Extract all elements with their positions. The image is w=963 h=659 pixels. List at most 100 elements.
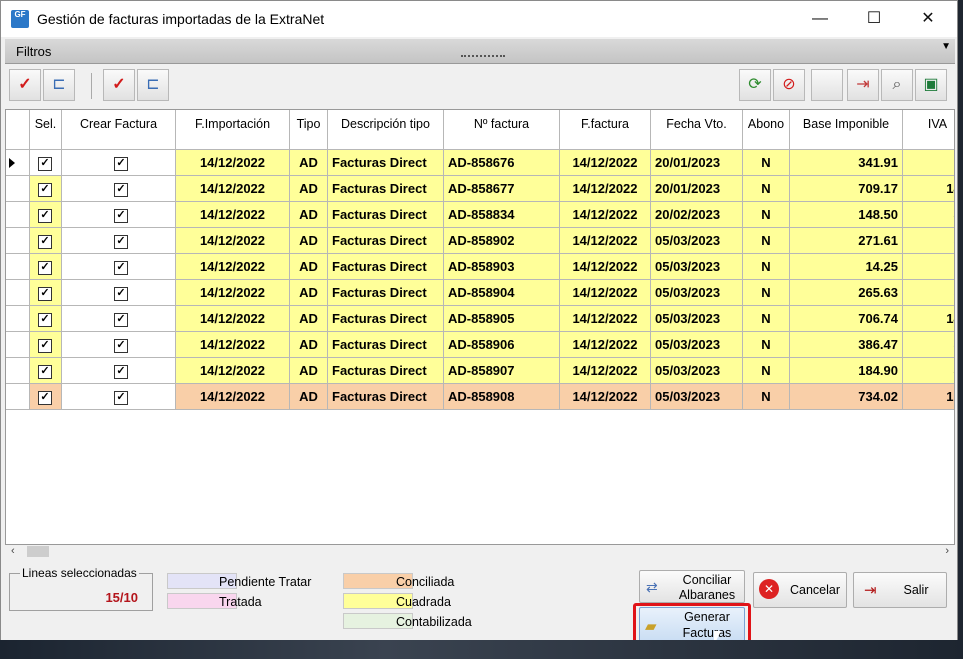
create-invoice-checkbox[interactable]: ✓ [62,228,176,254]
cancelar-label: Cancelar [789,583,841,597]
select-all-create-icon[interactable]: ✓ [103,69,135,101]
select-checkbox[interactable]: ✓ [30,306,62,332]
export-icon[interactable]: ⇥ [847,69,879,101]
excel-icon[interactable]: ▣ [915,69,947,101]
select-checkbox[interactable]: ✓ [30,228,62,254]
toolbar: ✓ ⊏ ✓ ⊏ ⟳ ⊘ ⇥ ⌕ ▣ [5,65,955,107]
create-invoice-checkbox[interactable]: ✓ [62,306,176,332]
col-header[interactable]: Tipo [290,110,328,150]
table-row[interactable]: ✓ ✓ 14/12/2022 AD Facturas Direct AD-858907 14… [6,358,954,384]
window-title: Gestión de facturas importadas de la Ext… [37,11,325,27]
scroll-right-icon[interactable]: › [945,545,949,557]
cell-iva: 148 [903,306,954,332]
salir-button[interactable]: ⇥ Salir [853,572,947,608]
col-header[interactable]: Descripción tipo [328,110,444,150]
col-header[interactable]: IVA [903,110,954,150]
col-header[interactable]: Abono [743,110,790,150]
col-header[interactable]: F.factura [560,110,651,150]
checkbox-checked-icon[interactable]: ✓ [38,312,52,327]
col-header[interactable]: Base Imponible [790,110,903,150]
col-header[interactable]: Nº factura [444,110,560,150]
conciliar-albaranes-button[interactable]: ⇄ Conciliar Albaranes [639,570,745,603]
checkbox-checked-icon[interactable]: ✓ [38,260,52,275]
checkbox-checked-icon[interactable]: ✓ [114,364,128,379]
select-checkbox[interactable]: ✓ [30,202,62,228]
select-checkbox[interactable]: ✓ [30,280,62,306]
filters-bar[interactable]: Filtros ▼ [5,39,955,64]
checkbox-checked-icon[interactable]: ✓ [38,208,52,223]
scroll-thumb[interactable] [27,546,49,557]
checkbox-checked-icon[interactable]: ✓ [114,338,128,353]
table-row[interactable]: ✓ ✓ 14/12/2022 AD Facturas Direct AD-858676 14… [6,150,954,176]
table-row[interactable]: ✓ ✓ 14/12/2022 AD Facturas Direct AD-858677 14… [6,176,954,202]
select-checkbox[interactable]: ✓ [30,332,62,358]
create-invoice-checkbox[interactable]: ✓ [62,358,176,384]
col-header[interactable]: F.Importación [176,110,290,150]
cell-num: AD-858834 [444,202,560,228]
cell-ffac: 14/12/2022 [560,358,651,384]
horizontal-scrollbar[interactable]: ‹ › [5,545,955,559]
select-checkbox[interactable]: ✓ [30,176,62,202]
checkbox-checked-icon[interactable]: ✓ [38,338,52,353]
cell-fvto: 05/03/2023 [651,306,743,332]
cancel-icon[interactable]: ⊘ [773,69,805,101]
checkbox-checked-icon[interactable]: ✓ [114,208,128,223]
search-icon[interactable]: ⌕ [881,69,913,101]
minimize-button[interactable]: — [797,1,843,37]
scroll-left-icon[interactable]: ‹ [11,545,15,557]
table-row[interactable]: ✓ ✓ 14/12/2022 AD Facturas Direct AD-858904 14… [6,280,954,306]
col-header[interactable]: Sel. [30,110,62,150]
filters-expand-icon[interactable]: ▼ [941,41,951,52]
cell-desc: Facturas Direct [328,150,444,176]
cell-desc: Facturas Direct [328,202,444,228]
refresh-icon[interactable]: ⟳ [739,69,771,101]
select-checkbox[interactable]: ✓ [30,150,62,176]
select-checkbox[interactable]: ✓ [30,254,62,280]
deselect-all-icon[interactable]: ⊏ [43,69,75,101]
table-row[interactable]: ✓ ✓ 14/12/2022 AD Facturas Direct AD-858834 14… [6,202,954,228]
splitter-grip[interactable] [461,55,505,61]
checkbox-checked-icon[interactable]: ✓ [114,182,128,197]
close-button[interactable]: ✕ [905,1,951,37]
select-checkbox[interactable]: ✓ [30,358,62,384]
table-row[interactable]: ✓ ✓ 14/12/2022 AD Facturas Direct AD-858902 14… [6,228,954,254]
create-invoice-checkbox[interactable]: ✓ [62,176,176,202]
cell-base: 148.50 [790,202,903,228]
cell-tipo: AD [290,384,328,410]
table-row[interactable]: ✓ ✓ 14/12/2022 AD Facturas Direct AD-858908 14… [6,384,954,410]
deselect-all-create-icon[interactable]: ⊏ [137,69,169,101]
cell-abono: N [743,176,790,202]
create-invoice-checkbox[interactable]: ✓ [62,202,176,228]
checkbox-checked-icon[interactable]: ✓ [114,260,128,275]
create-invoice-checkbox[interactable]: ✓ [62,254,176,280]
table-row[interactable]: ✓ ✓ 14/12/2022 AD Facturas Direct AD-858905 14… [6,306,954,332]
col-header[interactable]: Fecha Vto. [651,110,743,150]
checkbox-checked-icon[interactable]: ✓ [38,390,52,405]
checkbox-checked-icon[interactable]: ✓ [114,390,128,405]
checkbox-checked-icon[interactable]: ✓ [38,156,52,171]
checkbox-checked-icon[interactable]: ✓ [38,234,52,249]
checkbox-checked-icon[interactable]: ✓ [114,234,128,249]
create-invoice-checkbox[interactable]: ✓ [62,384,176,410]
cell-ffac: 14/12/2022 [560,332,651,358]
checkbox-checked-icon[interactable]: ✓ [114,286,128,301]
checkbox-checked-icon[interactable]: ✓ [114,156,128,171]
cancelar-button[interactable]: ✕ Cancelar [753,572,847,608]
checkbox-checked-icon[interactable]: ✓ [38,286,52,301]
toolbar-separator [91,73,92,99]
create-invoice-checkbox[interactable]: ✓ [62,280,176,306]
checkbox-checked-icon[interactable]: ✓ [114,312,128,327]
maximize-button[interactable]: ☐ [851,1,897,37]
table-row[interactable]: ✓ ✓ 14/12/2022 AD Facturas Direct AD-858906 14… [6,332,954,358]
blank-icon[interactable] [811,69,843,101]
checkbox-checked-icon[interactable]: ✓ [38,364,52,379]
cell-fimp: 14/12/2022 [176,202,290,228]
create-invoice-checkbox[interactable]: ✓ [62,150,176,176]
select-checkbox[interactable]: ✓ [30,384,62,410]
row-indicator [6,254,30,280]
create-invoice-checkbox[interactable]: ✓ [62,332,176,358]
col-header[interactable]: Crear Factura [62,110,176,150]
table-row[interactable]: ✓ ✓ 14/12/2022 AD Facturas Direct AD-858903 14… [6,254,954,280]
checkbox-checked-icon[interactable]: ✓ [38,182,52,197]
select-all-icon[interactable]: ✓ [9,69,41,101]
